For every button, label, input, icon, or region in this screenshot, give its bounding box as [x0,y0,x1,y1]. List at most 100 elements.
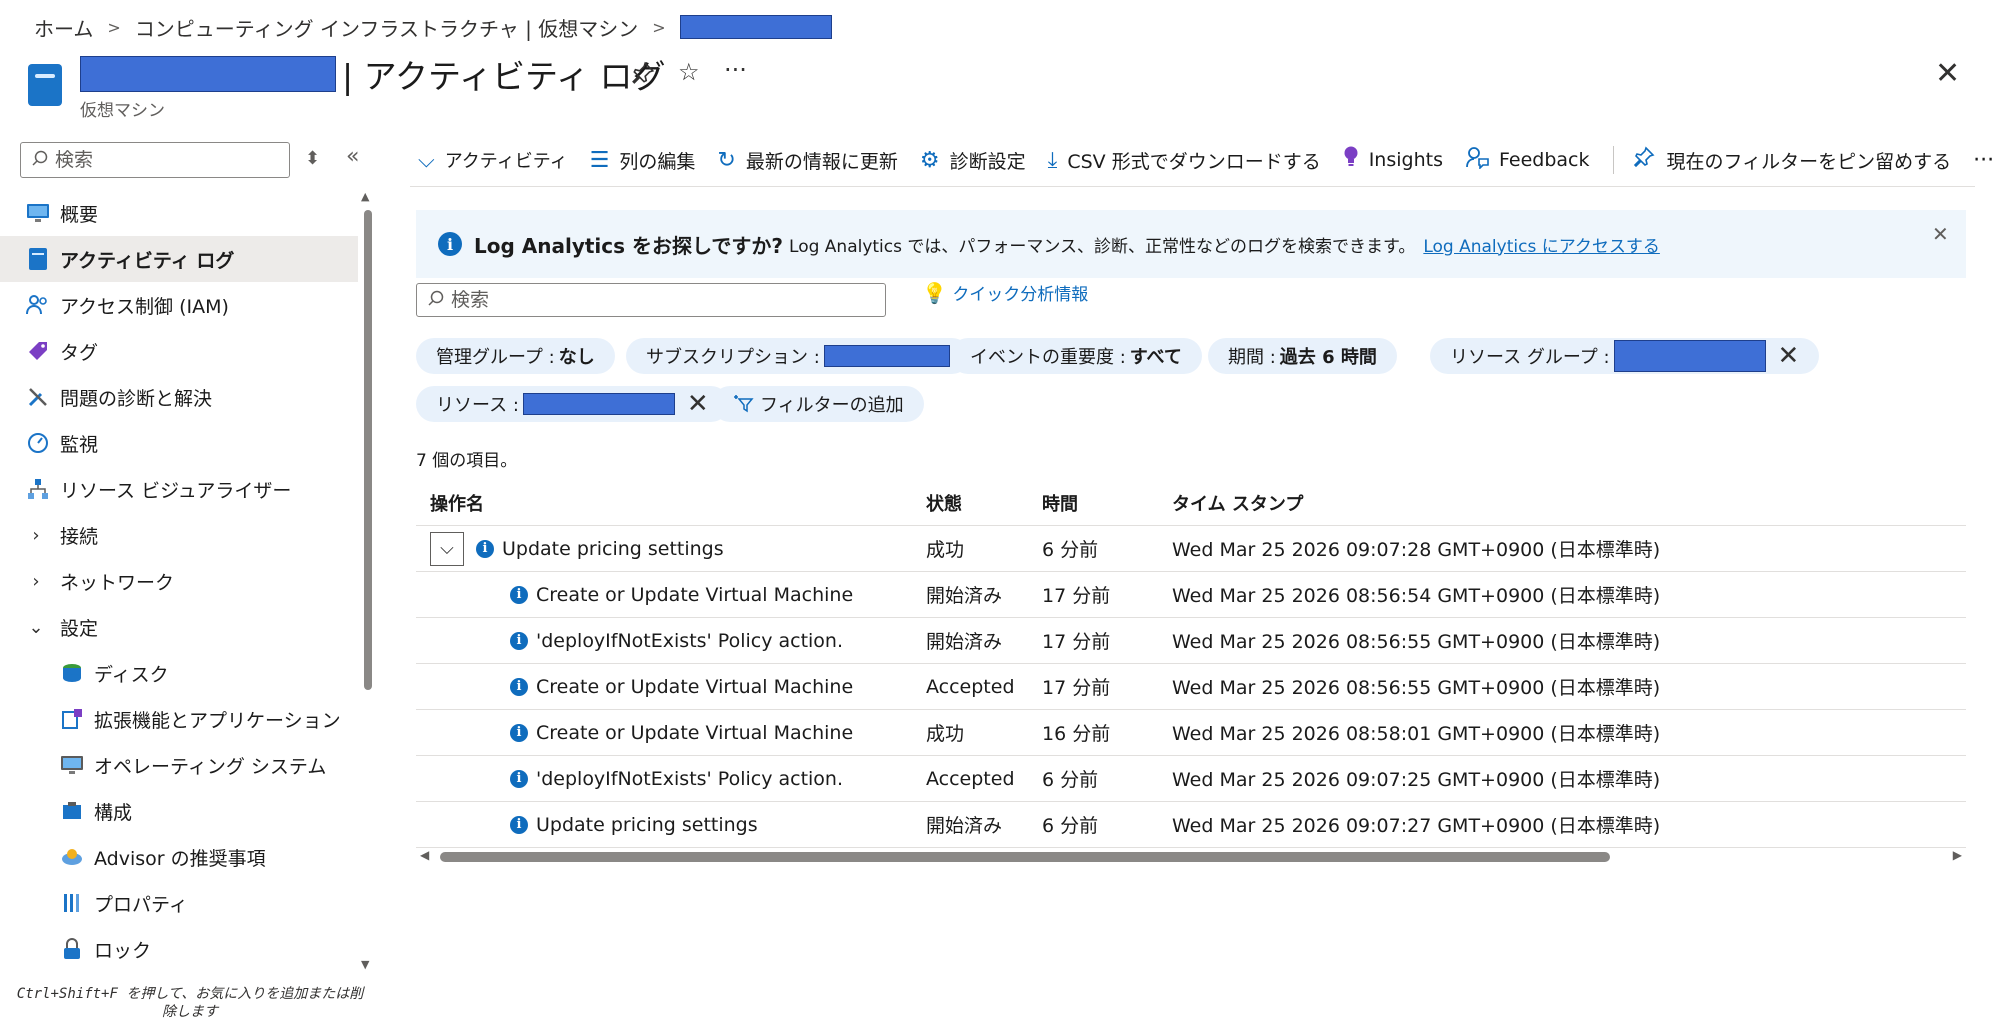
info-icon: i [438,232,462,256]
operation-name[interactable]: Update pricing settings [502,538,724,560]
remove-filter-icon[interactable]: ✕ [1778,343,1800,369]
activity-search-box[interactable] [416,283,886,317]
toolbar-divider-line [410,186,1975,187]
collapse-sidebar-icon[interactable]: « [346,144,359,169]
operation-name[interactable]: Create or Update Virtual Machine [536,584,853,606]
close-icon[interactable]: ✕ [1935,56,1960,91]
filter-resource-group[interactable]: リソース グループ : ✕ [1430,338,1820,374]
sidebar-item-label: ロック [94,939,152,962]
sidebar-item-activity-log[interactable]: アクティビティ ログ [0,236,358,282]
scroll-up-icon[interactable]: ▲ [361,190,369,203]
sidebar-item-label: 設定 [60,617,99,640]
sidebar-item-resource-visualizer[interactable]: リソース ビジュアライザー [0,466,358,512]
time-cell: 16 分前 [1042,723,1111,745]
table-row[interactable]: i Create or Update Virtual Machine Accept… [416,664,1966,710]
sidebar-item-iam[interactable]: アクセス制御 (IAM) [0,282,358,328]
star-icon[interactable]: ☆ [678,58,700,86]
breadcrumb-vm-list[interactable]: コンピューティング インフラストラクチャ | 仮想マシン [135,13,638,42]
table-row[interactable]: i 'deployIfNotExists' Policy action. Acce… [416,756,1966,802]
pin-icon[interactable] [630,60,656,92]
sidebar-item-label: 問題の診断と解決 [60,387,213,410]
sidebar-item-disks[interactable]: ディスク [0,650,358,696]
sidebar-item-label: 構成 [94,801,133,824]
banner-close-icon[interactable]: ✕ [1932,222,1949,246]
table-row[interactable]: i Update pricing settings 開始済み 6 分前 Wed M… [416,802,1966,848]
sidebar-item-label: プロパティ [94,893,188,916]
breadcrumb-separator-icon: > [652,17,666,37]
sidebar-search-box[interactable] [20,142,290,178]
sidebar-item-locks[interactable]: ロック [0,926,358,972]
horizontal-scroll-thumb[interactable] [440,852,1610,862]
scroll-right-icon[interactable]: ▶ [1953,848,1962,862]
operation-name[interactable]: Update pricing settings [536,814,758,836]
redacted-resource-group [1613,340,1766,372]
sidebar-search-input[interactable] [55,149,275,171]
filter-event-severity[interactable]: イベントの重要度 : すべて [950,338,1202,374]
chevron-right-icon: › [32,524,40,546]
activity-log-table: 操作名 状態 時間 タイム スタンプ ⌵ i Update pricing se… [416,480,1966,848]
edit-columns-button[interactable]: ☰ 列の編集 [590,147,696,174]
sidebar-group-settings[interactable]: ⌄ 設定 [0,604,358,650]
sidebar-item-overview[interactable]: 概要 [0,190,358,236]
refresh-icon: ↻ [717,147,736,173]
timestamp-cell: Wed Mar 25 2026 09:07:25 GMT+0900 (日本標準時… [1172,769,1661,791]
column-header-status[interactable]: 状態 [926,490,1042,516]
sidebar-item-extensions[interactable]: 拡張機能とアプリケーション [0,696,358,742]
more-commands-icon[interactable]: ··· [1973,148,1994,173]
sidebar-item-label: リソース ビジュアライザー [60,479,292,502]
filter-subscription[interactable]: サブスクリプション : [626,338,970,374]
add-filter-button[interactable]: フィルターの追加 [712,386,924,422]
sidebar-item-configuration[interactable]: 構成 [0,788,358,834]
sidebar-scroll-thumb[interactable] [364,210,372,690]
add-filter-icon [732,391,754,418]
log-analytics-link[interactable]: Log Analytics にアクセスする [1423,232,1660,257]
table-horizontal-scrollbar[interactable]: ◀ ▶ [416,848,1966,866]
sidebar-item-advisor[interactable]: Advisor の推奨事項 [0,834,358,880]
operation-name[interactable]: Create or Update Virtual Machine [536,676,853,698]
sidebar-scrollbar[interactable]: ▲ ▼ [361,190,372,971]
sidebar-item-monitoring[interactable]: 監視 [0,420,358,466]
breadcrumb-redacted-vm[interactable] [679,15,832,39]
scroll-down-icon[interactable]: ▼ [361,958,369,971]
activity-search-input[interactable] [451,289,851,311]
sidebar-group-connect[interactable]: › 接続 [0,512,358,558]
table-row[interactable]: i Create or Update Virtual Machine 開始済み 1… [416,572,1966,618]
scroll-left-icon[interactable]: ◀ [420,848,429,862]
banner-title: Log Analytics をお探しですか? [474,233,784,258]
filter-resource[interactable]: リソース : ✕ [416,386,729,422]
quick-insights-link[interactable]: 💡 クイック分析情報 [922,280,1088,305]
filter-timespan[interactable]: 期間 : 過去 6 時間 [1208,338,1397,374]
status-cell: Accepted [926,675,1015,698]
diagnostic-settings-button[interactable]: ⚙ 診断設定 [920,147,1026,174]
sidebar-item-diagnose[interactable]: 問題の診断と解決 [0,374,358,420]
remove-filter-icon[interactable]: ✕ [687,391,709,417]
sort-updown-icon[interactable]: ⬍ [305,148,320,169]
refresh-button[interactable]: ↻ 最新の情報に更新 [717,147,897,174]
sidebar-group-network[interactable]: › ネットワーク [0,558,358,604]
sidebar-item-tags[interactable]: タグ [0,328,358,374]
operation-name[interactable]: 'deployIfNotExists' Policy action. [536,630,843,652]
table-row[interactable]: ⌵ i Update pricing settings 成功 6 分前 Wed … [416,526,1966,572]
chevron-down-icon[interactable]: ⌵ [430,531,464,566]
column-header-time[interactable]: 時間 [1042,490,1172,516]
sidebar-item-os[interactable]: オペレーティング システム [0,742,358,788]
more-options-icon[interactable]: ··· [724,56,747,84]
filter-management-group[interactable]: 管理グループ : なし [416,338,615,374]
info-icon: i [510,585,528,604]
operation-name[interactable]: 'deployIfNotExists' Policy action. [536,768,843,790]
operation-name[interactable]: Create or Update Virtual Machine [536,722,853,744]
table-row[interactable]: i Create or Update Virtual Machine 成功 16 … [416,710,1966,756]
wrench-icon [26,385,50,409]
column-header-timestamp[interactable]: タイム スタンプ [1172,490,1966,516]
column-header-operation[interactable]: 操作名 [416,490,926,516]
sidebar-item-label: 接続 [60,525,99,548]
breadcrumb-home[interactable]: ホーム [34,13,93,42]
sidebar-item-properties[interactable]: プロパティ [0,880,358,926]
activity-dropdown-button[interactable]: ⌵ アクティビティ [418,147,568,173]
insights-button[interactable]: Insights [1343,146,1443,174]
lightbulb-icon [1343,146,1359,174]
feedback-button[interactable]: Feedback [1465,145,1589,175]
pin-current-filter-button[interactable]: 現在のフィルターをピン留めする [1632,145,1951,175]
table-row[interactable]: i 'deployIfNotExists' Policy action. 開始済み… [416,618,1966,664]
download-csv-button[interactable]: ⤓ CSV 形式でダウンロードする [1048,147,1321,174]
